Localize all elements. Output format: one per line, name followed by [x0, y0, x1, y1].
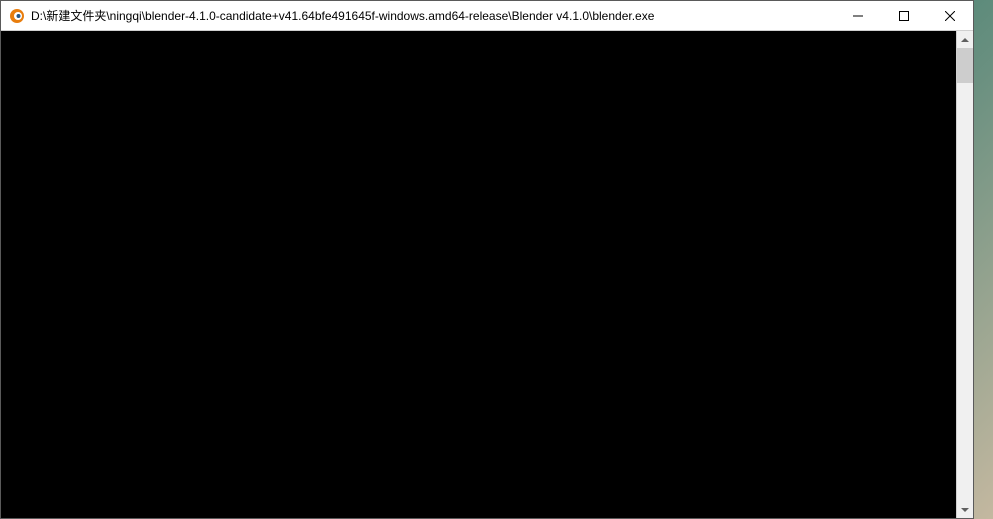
minimize-button[interactable] — [835, 1, 881, 30]
window-controls — [835, 1, 973, 30]
close-icon — [945, 11, 955, 21]
window-title: D:\新建文件夹\ningqi\blender-4.1.0-candidate+… — [31, 7, 835, 24]
chevron-up-icon — [961, 38, 969, 42]
vertical-scrollbar[interactable] — [956, 31, 973, 518]
scrollbar-thumb[interactable] — [957, 48, 973, 83]
client-area — [1, 31, 973, 518]
console-window: D:\新建文件夹\ningqi\blender-4.1.0-candidate+… — [0, 0, 974, 519]
minimize-icon — [853, 11, 863, 21]
scroll-down-button[interactable] — [957, 501, 973, 518]
console-output[interactable] — [1, 31, 956, 518]
scrollbar-track[interactable] — [957, 48, 973, 501]
maximize-icon — [899, 11, 909, 21]
scroll-up-button[interactable] — [957, 31, 973, 48]
maximize-button[interactable] — [881, 1, 927, 30]
blender-icon — [9, 8, 25, 24]
titlebar[interactable]: D:\新建文件夹\ningqi\blender-4.1.0-candidate+… — [1, 1, 973, 31]
close-button[interactable] — [927, 1, 973, 30]
chevron-down-icon — [961, 508, 969, 512]
